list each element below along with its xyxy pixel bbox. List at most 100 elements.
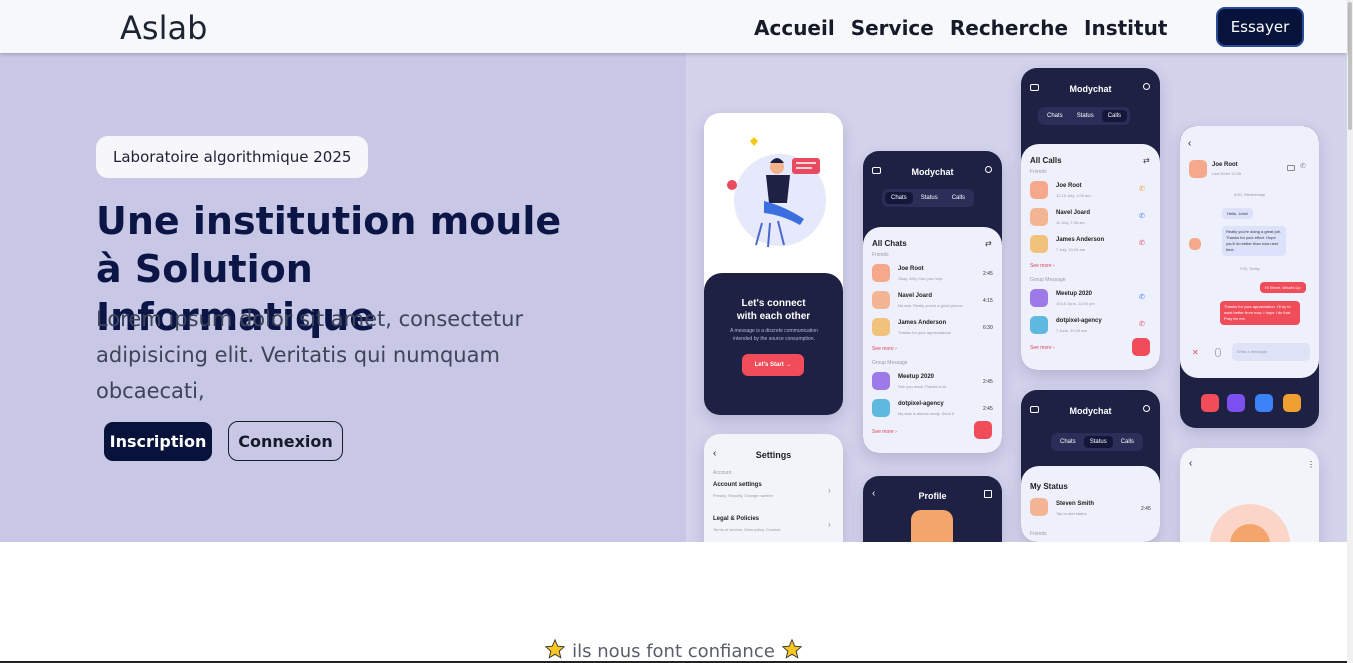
- close-icon[interactable]: ✕: [1192, 348, 1199, 357]
- back-icon[interactable]: ‹: [1189, 458, 1192, 469]
- tab-chats[interactable]: Chats: [1054, 436, 1082, 448]
- back-icon[interactable]: ‹: [1188, 138, 1191, 149]
- status-name[interactable]: Steven Smith: [1056, 501, 1094, 507]
- more-icon[interactable]: ⋮: [1307, 460, 1315, 469]
- message-input[interactable]: Write a message: [1232, 343, 1310, 361]
- call-name[interactable]: Navel Joard: [1056, 210, 1090, 216]
- conversation-panel: ‹ Joe Root Last Seen 12:45 ✆ 8:30, Wedne…: [1180, 126, 1319, 378]
- settings-title: Settings: [755, 450, 792, 460]
- phone-icon[interactable]: ✆: [1139, 239, 1145, 247]
- onboarding-subtitle: A message is a discrete communication in…: [730, 328, 818, 342]
- star-icon: [781, 638, 802, 659]
- see-more-link[interactable]: See more ›: [872, 346, 897, 352]
- phone-icon[interactable]: ✆: [1139, 320, 1145, 328]
- onboarding-illustration: [727, 137, 826, 248]
- avatar: [872, 318, 890, 336]
- nav-link-recherche[interactable]: Recherche: [950, 16, 1068, 40]
- video-call-icon[interactable]: [1287, 165, 1295, 171]
- call-name[interactable]: Joe Root: [1056, 183, 1082, 189]
- tab-chats[interactable]: Chats: [1041, 110, 1069, 122]
- new-call-icon[interactable]: [1132, 338, 1150, 356]
- group-name[interactable]: Meetup 2020: [1056, 291, 1092, 297]
- call-name[interactable]: James Anderson: [1056, 237, 1104, 243]
- phone-icon[interactable]: ✆: [1139, 212, 1145, 220]
- group-name[interactable]: dotpixel-agency: [898, 401, 944, 407]
- scrollbar-thumb[interactable]: [1348, 2, 1352, 130]
- page: Aslab Accueil Service Recherche Institut…: [0, 0, 1353, 663]
- mic-icon[interactable]: [1215, 348, 1221, 357]
- try-button[interactable]: Essayer: [1216, 7, 1304, 47]
- avatar: [1189, 160, 1207, 178]
- mockup-calls: Modychat Chats Status Calls All Calls ⇄ …: [1021, 68, 1160, 370]
- app-title: Modychat: [1069, 406, 1112, 416]
- location-icon[interactable]: [1283, 394, 1301, 412]
- group-name[interactable]: dotpixel-agency: [1056, 318, 1102, 324]
- avatar: [872, 372, 890, 390]
- nav-link-service[interactable]: Service: [851, 16, 934, 40]
- search-icon: [1143, 405, 1150, 412]
- navbar: Aslab Accueil Service Recherche Institut…: [0, 0, 1347, 53]
- trust-line: ils nous font confiance: [0, 638, 1347, 662]
- tab-calls[interactable]: Calls: [1101, 110, 1128, 122]
- app-title: Modychat: [1069, 84, 1112, 94]
- chat-time: 4:15: [983, 298, 993, 304]
- legal-label[interactable]: Legal & Policies: [713, 516, 759, 522]
- lets-start-button[interactable]: Let's Start →: [742, 354, 804, 376]
- avatar: [872, 399, 890, 417]
- chat-name[interactable]: Navel Joard: [898, 293, 932, 299]
- call-time: 7 July, 10:15 am: [1056, 247, 1086, 252]
- group-call-time: 10:15 June, 12:00 pm: [1056, 301, 1095, 306]
- see-more-link[interactable]: See more ›: [1030, 263, 1055, 269]
- tab-status[interactable]: Status: [915, 192, 944, 204]
- avatar: [1030, 498, 1048, 516]
- chat-name[interactable]: Joe Root: [898, 266, 924, 272]
- signup-button[interactable]: Inscription: [104, 422, 212, 461]
- mockup-status: Modychat Chats Status Calls My Status St…: [1021, 390, 1160, 542]
- star-icon: [545, 638, 566, 659]
- brand-logo[interactable]: Aslab: [120, 9, 207, 47]
- calls-panel: All Calls ⇄ Friends Joe Root 12:15 July,…: [1021, 144, 1160, 370]
- hero-section: Laboratoire algorithmique 2025 Une insti…: [0, 53, 1347, 542]
- status-sub: Tap to add status: [1056, 511, 1087, 516]
- chats-panel: All Chats ⇄ Friends Joe Root Okay, Why C…: [863, 227, 1002, 453]
- group-name[interactable]: Meetup 2020: [898, 374, 934, 380]
- nav-link-accueil[interactable]: Accueil: [754, 16, 835, 40]
- hero-description: Lorem ipsum dolor sit amet, consectetur …: [96, 307, 524, 403]
- convo-last-seen: Last Seen 12:45: [1212, 171, 1242, 176]
- legal-sub: Terms of service, Data policy, Cookies: [713, 527, 781, 532]
- onboarding-title: Let's connect with each other: [736, 298, 811, 322]
- account-settings-label[interactable]: Account settings: [713, 482, 762, 488]
- tab-calls[interactable]: Calls: [946, 192, 971, 204]
- message-bubble-sent: Hi Steve, What's Up: [1260, 282, 1306, 293]
- new-message-icon[interactable]: [974, 421, 992, 439]
- group-time: 2:45: [983, 379, 993, 385]
- account-settings-sub: Privacy, Security, Change number: [713, 493, 774, 498]
- nav-links: Accueil Service Recherche Institut: [754, 16, 1167, 40]
- document-icon[interactable]: [1227, 394, 1245, 412]
- all-calls-heading: All Calls: [1030, 156, 1062, 165]
- gallery-icon[interactable]: [1201, 394, 1219, 412]
- login-button[interactable]: Connexion: [228, 421, 343, 461]
- settings-account-label: Account: [713, 470, 732, 476]
- status-panel: My Status Steven Smith Tap to add status…: [1021, 466, 1160, 542]
- nav-link-institut[interactable]: Institut: [1084, 16, 1167, 40]
- chat-preview: Okay, Why Can you help...: [898, 276, 946, 281]
- phone-icon[interactable]: ✆: [1139, 185, 1145, 193]
- chat-time: 6:30: [983, 325, 993, 331]
- avatar: [1030, 235, 1048, 253]
- see-more-link[interactable]: See more ›: [1030, 345, 1055, 351]
- edit-icon[interactable]: [984, 490, 992, 498]
- phone-icon[interactable]: ✆: [1139, 293, 1145, 301]
- contact-icon[interactable]: [1255, 394, 1273, 412]
- see-more-link[interactable]: See more ›: [872, 429, 897, 435]
- tab-chats[interactable]: Chats: [885, 192, 913, 204]
- convo-name: Joe Root: [1212, 162, 1238, 168]
- my-status-heading: My Status: [1030, 482, 1068, 491]
- avatar: [1030, 181, 1048, 199]
- tab-status[interactable]: Status: [1083, 436, 1113, 448]
- phone-icon[interactable]: ✆: [1300, 162, 1306, 170]
- tab-calls[interactable]: Calls: [1115, 436, 1140, 448]
- tab-status[interactable]: Status: [1071, 110, 1100, 122]
- chat-name[interactable]: James Anderson: [898, 320, 946, 326]
- group-preview: See you mock Thanks a lot: [898, 384, 947, 389]
